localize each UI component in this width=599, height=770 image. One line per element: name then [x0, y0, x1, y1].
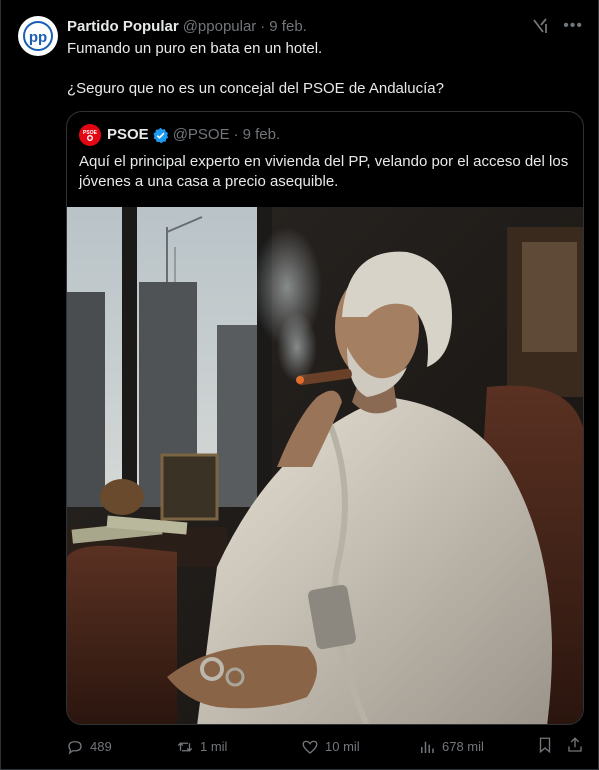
pp-logo-icon: pp [23, 21, 53, 51]
post[interactable]: pp Partido Popular @ppopular · 9 feb. ••… [0, 0, 599, 770]
reply-button[interactable]: 489 [66, 736, 112, 758]
post-date[interactable]: 9 feb. [269, 17, 307, 37]
like-count: 10 mil [325, 739, 360, 754]
share-icon [568, 737, 582, 752]
avatar[interactable]: PSOE [79, 124, 101, 146]
separator: · [233, 126, 239, 143]
avatar[interactable]: pp [18, 16, 58, 56]
reply-icon [68, 741, 82, 755]
divider [0, 0, 1, 770]
quoted-author-handle[interactable]: @PSOE [173, 125, 230, 145]
post-text-line: ¿Seguro que no es un concejal del PSOE d… [67, 80, 444, 97]
share-button[interactable] [566, 736, 584, 754]
views-chart-icon [421, 741, 434, 753]
bookmark-button[interactable] [536, 736, 554, 754]
author-name[interactable]: Partido Popular [67, 17, 179, 37]
post-text: Fumando un puro en bata en un hotel. ¿Se… [67, 39, 587, 99]
heart-icon [302, 740, 318, 754]
repost-button[interactable]: 1 mil [176, 736, 227, 758]
repost-icon [177, 742, 193, 752]
quoted-header: PSOE PSOE @PSOE · 9 feb. [79, 124, 280, 146]
photo-image [67, 207, 583, 724]
separator: · [260, 18, 266, 35]
post-text-line: Fumando un puro en bata en un hotel. [67, 40, 323, 57]
quoted-photo[interactable] [67, 207, 583, 724]
repost-count: 1 mil [200, 739, 228, 754]
reply-count: 489 [90, 739, 112, 754]
views-count: 678 mil [442, 739, 484, 754]
post-actions: 489 1 mil 10 mil 678 mil [66, 736, 584, 758]
grok-icon[interactable] [531, 17, 549, 35]
quoted-author-name[interactable]: PSOE [107, 125, 149, 145]
post-top-actions: ••• [531, 17, 583, 35]
psoe-rose-logo-icon: PSOE [83, 130, 98, 141]
author-handle[interactable]: @ppopular [183, 17, 257, 37]
post-header: Partido Popular @ppopular · 9 feb. [67, 17, 307, 37]
quoted-text: Aquí el principal experto en vivienda de… [79, 153, 569, 190]
svg-text:pp: pp [29, 29, 47, 46]
more-icon[interactable]: ••• [563, 17, 583, 35]
verified-badge-icon [153, 127, 168, 143]
bookmark-icon [539, 737, 551, 754]
quoted-date[interactable]: 9 feb. [243, 125, 281, 145]
like-button[interactable]: 10 mil [301, 736, 360, 758]
views-button[interactable]: 678 mil [418, 736, 484, 758]
quoted-post[interactable]: PSOE PSOE @PSOE · 9 feb. Aquí el princip… [66, 111, 584, 725]
